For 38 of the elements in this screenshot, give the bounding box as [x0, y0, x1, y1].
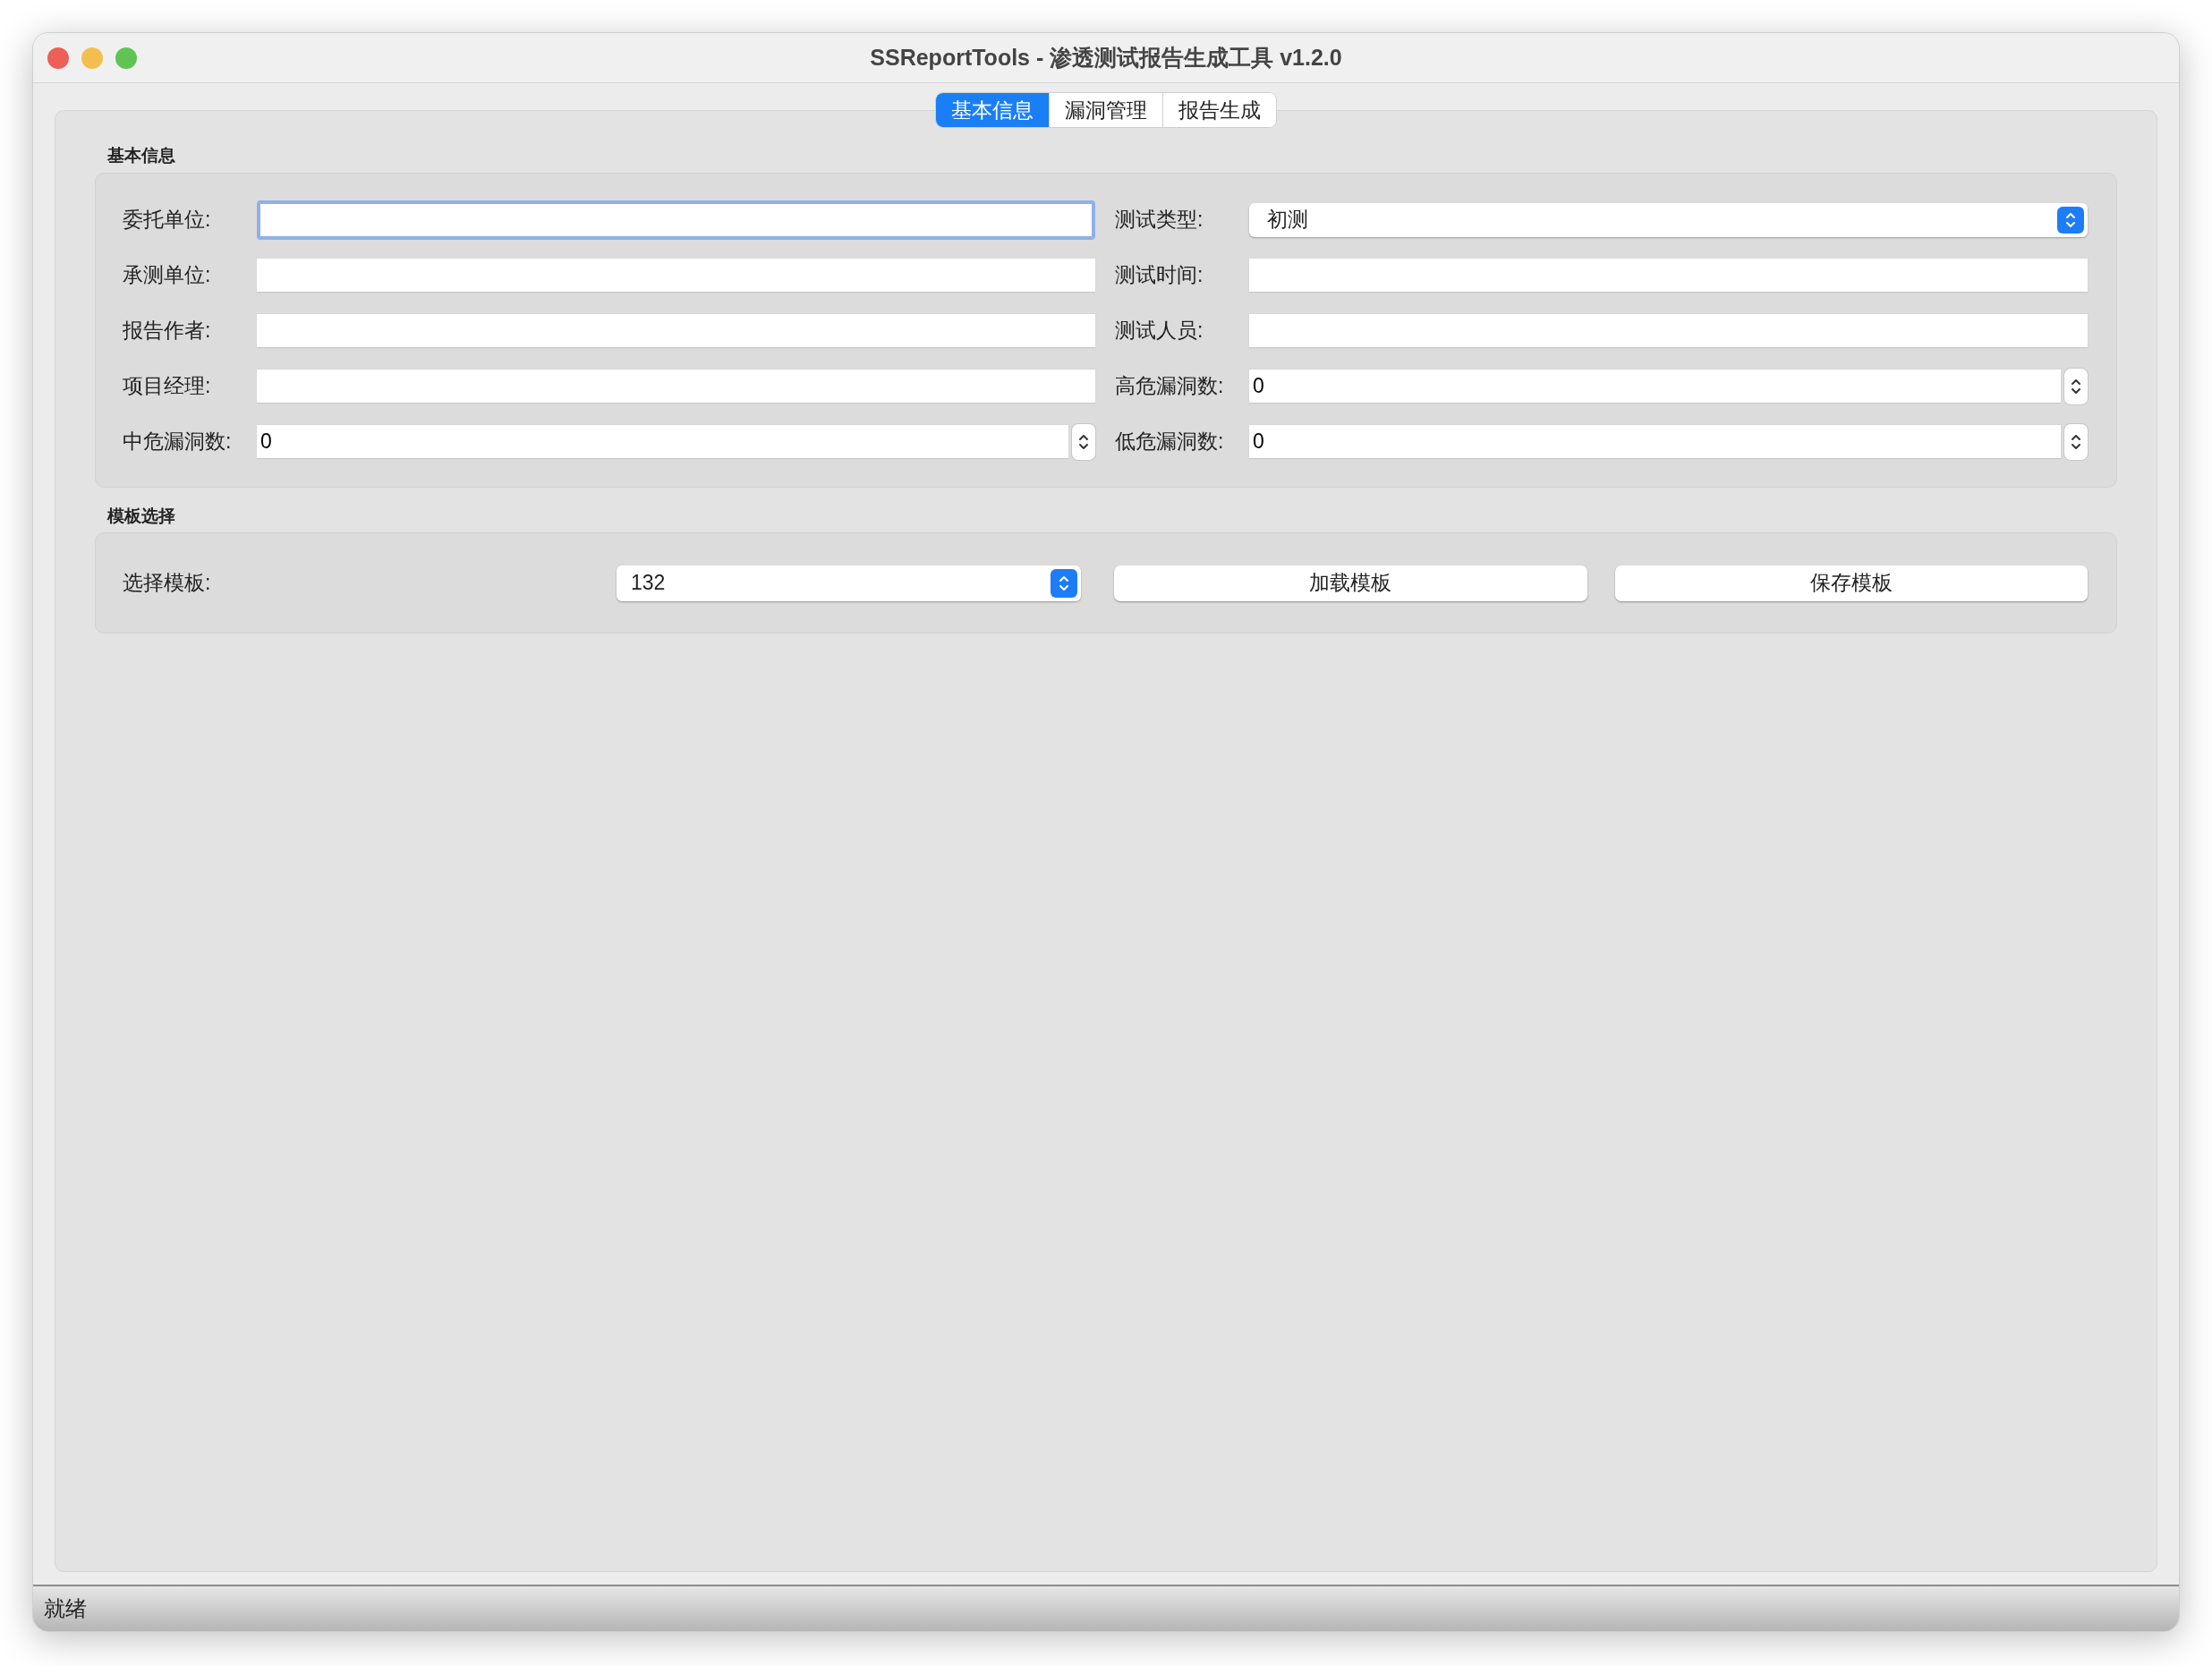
field-label: 低危漏洞数: [1115, 429, 1225, 455]
field-label: 报告作者: [123, 318, 212, 344]
number-field[interactable]: 0 [257, 424, 1068, 459]
field-label: 项目经理: [123, 373, 212, 400]
template-button[interactable]: 保存模板 [1614, 565, 2088, 601]
group-title: 基本信息 [106, 145, 176, 166]
field-label: 测试类型: [1115, 207, 1204, 234]
dropdown-value: 132 [631, 570, 667, 597]
input-field[interactable] [257, 313, 1095, 348]
field-label: 选择模板: [123, 570, 212, 597]
window-title: SSReportTools - 渗透测试报告生成工具 v1.2.0 [870, 43, 1342, 72]
field-label: 测试时间: [1115, 262, 1204, 289]
zoom-button[interactable] [115, 47, 137, 69]
tab[interactable]: 基本信息 [936, 93, 1049, 127]
field-label: 承测单位: [123, 262, 212, 289]
field-label: 高危漏洞数: [1115, 373, 1225, 400]
number-field[interactable]: 0 [1249, 369, 2061, 404]
field-label: 中危漏洞数: [123, 429, 233, 455]
input-field[interactable] [257, 369, 1095, 404]
spin-stepper[interactable] [2064, 423, 2088, 460]
dropdown-field[interactable]: 132 [617, 565, 1081, 601]
input-field[interactable] [257, 258, 1095, 293]
tab[interactable]: 报告生成 [1162, 93, 1276, 127]
spin-stepper[interactable] [2064, 368, 2088, 404]
input-field[interactable] [1249, 313, 2088, 348]
dropdown-field[interactable]: 初测 [1249, 202, 2088, 237]
dropdown-value: 初测 [1267, 207, 1309, 234]
number-field[interactable]: 0 [1249, 424, 2061, 459]
field-label: 委托单位: [123, 207, 212, 234]
field-label: 测试人员: [1115, 318, 1204, 344]
close-button[interactable] [47, 47, 69, 69]
minimize-button[interactable] [81, 47, 103, 69]
spin-stepper[interactable] [1072, 423, 1095, 460]
input-field[interactable] [1249, 258, 2088, 293]
template-button[interactable]: 加载模板 [1114, 565, 1587, 601]
status-text: 就绪 [44, 1595, 87, 1622]
group-title: 模板选择 [106, 505, 176, 527]
input-field[interactable] [257, 200, 1095, 240]
